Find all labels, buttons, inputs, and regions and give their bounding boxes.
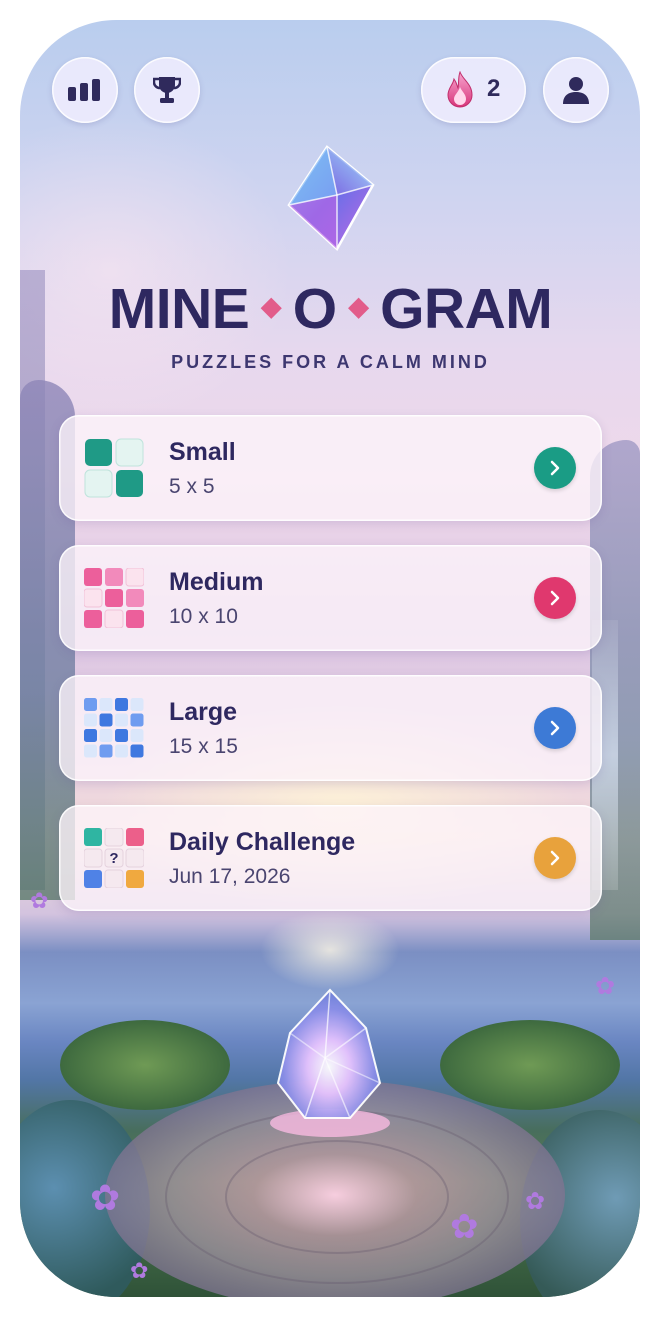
logo-gem-icon xyxy=(287,145,375,251)
flower-decoration: ✿ xyxy=(450,1208,479,1246)
daily-grid-icon: ? xyxy=(84,828,144,888)
mode-card-medium[interactable]: Medium 10 x 10 xyxy=(59,545,602,651)
app-title-part: MINE xyxy=(108,277,250,341)
flower-decoration: ✿ xyxy=(130,1258,149,1283)
background-bush xyxy=(60,1020,230,1110)
mode-card-daily-challenge[interactable]: ? Daily Challenge Jun 17, 2026 xyxy=(59,805,602,911)
mode-size: 15 x 15 xyxy=(169,735,238,758)
flower-decoration: ✿ xyxy=(595,973,616,1000)
mode-size: 10 x 10 xyxy=(169,605,238,628)
app-title-part: GRAM xyxy=(380,277,553,341)
stats-button[interactable] xyxy=(52,57,118,123)
flower-decoration: ✿ xyxy=(525,1188,546,1215)
question-mark: ? xyxy=(109,850,118,867)
streak-count: 2 xyxy=(487,75,501,102)
diamond-separator-icon: ◆ xyxy=(261,291,281,322)
mode-name: Small xyxy=(169,438,236,466)
mode-card-small[interactable]: Small 5 x 5 xyxy=(59,415,602,521)
leaderboard-button[interactable] xyxy=(134,57,200,123)
small-play-button[interactable] xyxy=(534,447,576,489)
diamond-separator-icon: ◆ xyxy=(348,291,369,322)
medium-play-button[interactable] xyxy=(534,577,576,619)
mode-name: Daily Challenge xyxy=(169,828,356,856)
user-icon xyxy=(563,77,589,104)
profile-button[interactable] xyxy=(543,57,609,123)
background-bush xyxy=(440,1020,620,1110)
daily-challenge-date: Jun 17, 2026 xyxy=(169,865,291,888)
streak-counter[interactable]: 2 xyxy=(421,57,526,123)
chevron-right-icon xyxy=(550,720,560,736)
glowing-crystal-image xyxy=(270,988,390,1137)
daily-challenge-play-button[interactable] xyxy=(534,837,576,879)
background-lake-glow xyxy=(260,910,400,990)
bar-chart-icon xyxy=(68,79,100,101)
app-title-part: O xyxy=(292,277,337,341)
mode-name: Medium xyxy=(169,568,264,596)
flower-decoration: ✿ xyxy=(30,888,49,913)
large-grid-icon xyxy=(84,698,144,758)
mode-name: Large xyxy=(169,698,238,726)
medium-grid-icon xyxy=(84,568,144,628)
mode-size: 5 x 5 xyxy=(169,475,215,498)
app-subtitle: PUZZLES FOR A CALM MIND xyxy=(171,352,490,372)
mode-card-large[interactable]: Large 15 x 15 xyxy=(59,675,602,781)
chevron-right-icon xyxy=(550,460,560,476)
app-title: MINE ◆ O ◆ GRAM xyxy=(0,276,661,342)
chevron-right-icon xyxy=(550,850,560,866)
small-grid-icon xyxy=(84,438,144,498)
large-play-button[interactable] xyxy=(534,707,576,749)
flower-decoration: ✿ xyxy=(90,1177,121,1218)
flame-icon xyxy=(447,71,473,108)
trophy-icon xyxy=(153,77,181,103)
chevron-right-icon xyxy=(550,590,560,606)
